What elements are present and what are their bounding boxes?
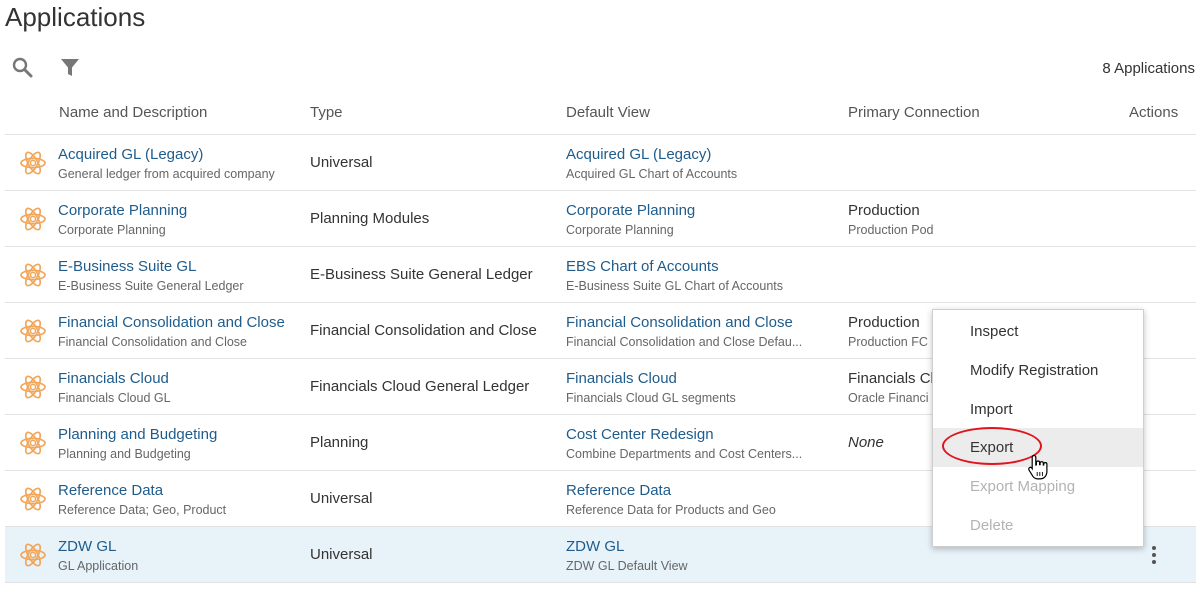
application-icon [20,543,46,567]
application-description: Corporate Planning [58,223,166,237]
default-view-link[interactable]: EBS Chart of Accounts [566,258,719,275]
primary-connection-description: Production Pod [848,223,934,237]
menu-item-import[interactable]: Import [933,390,1143,429]
application-type: E-Business Suite General Ledger [310,266,533,283]
application-type: Financials Cloud General Ledger [310,378,530,395]
application-type: Planning Modules [310,210,430,227]
application-icon [20,263,46,287]
application-name-link[interactable]: E-Business Suite GL [58,258,196,275]
table-row[interactable]: Acquired GL (Legacy) General ledger from … [5,135,1196,191]
application-description: Reference Data; Geo, Product [58,503,227,517]
default-view-description: ZDW GL Default View [566,559,688,573]
default-view-description: Financials Cloud GL segments [566,391,736,405]
default-view-link[interactable]: Reference Data [566,482,671,499]
filter-icon[interactable] [58,56,82,80]
page-title: Applications [5,2,146,32]
application-description: Planning and Budgeting [58,447,191,461]
primary-connection-name: Production [848,314,920,331]
application-type: Universal [310,546,373,563]
default-view-description: E-Business Suite GL Chart of Accounts [566,279,784,293]
column-header-default-view[interactable]: Default View [566,104,650,121]
application-description: Financials Cloud GL [58,391,171,405]
default-view-description: Acquired GL Chart of Accounts [566,167,738,181]
application-description: E-Business Suite General Ledger [58,279,244,293]
primary-connection-name: Financials Cl [848,370,934,387]
menu-item-export[interactable]: Export [933,428,1143,467]
menu-item-export-mapping: Export Mapping [970,478,1076,495]
application-name-link[interactable]: Acquired GL (Legacy) [58,146,203,163]
column-header-type[interactable]: Type [310,104,343,121]
default-view-description: Reference Data for Products and Geo [566,503,776,517]
application-name-link[interactable]: ZDW GL [58,538,116,555]
default-view-description: Corporate Planning [566,223,674,237]
default-view-link[interactable]: Corporate Planning [566,202,695,219]
application-description: GL Application [58,559,139,573]
application-icon [20,207,46,231]
row-actions-kebab-icon[interactable] [1147,543,1161,567]
application-name-link[interactable]: Corporate Planning [58,202,187,219]
application-icon [20,319,46,343]
table-row[interactable]: E-Business Suite GL E-Business Suite Gene… [5,247,1196,303]
application-icon [20,151,46,175]
primary-connection-description: Oracle Financi [848,391,929,405]
column-header-name[interactable]: Name and Description [59,104,207,121]
application-count: 8 Applications [1102,60,1195,77]
table-header: Name and Description Type Default View P… [5,92,1196,135]
default-view-link[interactable]: Financials Cloud [566,370,677,387]
application-description: General ledger from acquired company [58,167,275,181]
table-row[interactable]: Corporate Planning Corporate Planning Plan… [5,191,1196,247]
primary-connection-name: None [848,434,884,451]
application-name-link[interactable]: Financial Consolidation and Close [58,314,285,331]
menu-item-delete: Delete [970,517,1014,534]
primary-connection-description: Production FC [848,335,928,349]
default-view-description: Combine Departments and Cost Centers... [566,447,803,461]
actions-menu: Inspect Modify Registration Import Expor… [932,309,1144,547]
column-header-primary-connection[interactable]: Primary Connection [848,104,980,121]
default-view-link[interactable]: Financial Consolidation and Close [566,314,793,331]
application-name-link[interactable]: Reference Data [58,482,163,499]
default-view-link[interactable]: Cost Center Redesign [566,426,714,443]
search-icon[interactable] [11,56,35,80]
application-name-link[interactable]: Financials Cloud [58,370,169,387]
column-header-actions: Actions [1129,104,1179,121]
menu-item-modify-registration[interactable]: Modify Registration [933,351,1143,390]
application-type: Planning [310,434,369,451]
application-type: Universal [310,154,373,171]
application-icon [20,431,46,455]
application-type: Universal [310,490,373,507]
application-type: Financial Consolidation and Close [310,322,537,339]
menu-item-inspect[interactable]: Inspect [933,312,1143,351]
application-description: Financial Consolidation and Close [58,335,248,349]
application-name-link[interactable]: Planning and Budgeting [58,426,217,443]
application-icon [20,375,46,399]
default-view-link[interactable]: ZDW GL [566,538,624,555]
application-icon [20,487,46,511]
default-view-description: Financial Consolidation and Close Defau.… [566,335,803,349]
default-view-link[interactable]: Acquired GL (Legacy) [566,146,711,163]
primary-connection-name: Production [848,202,920,219]
